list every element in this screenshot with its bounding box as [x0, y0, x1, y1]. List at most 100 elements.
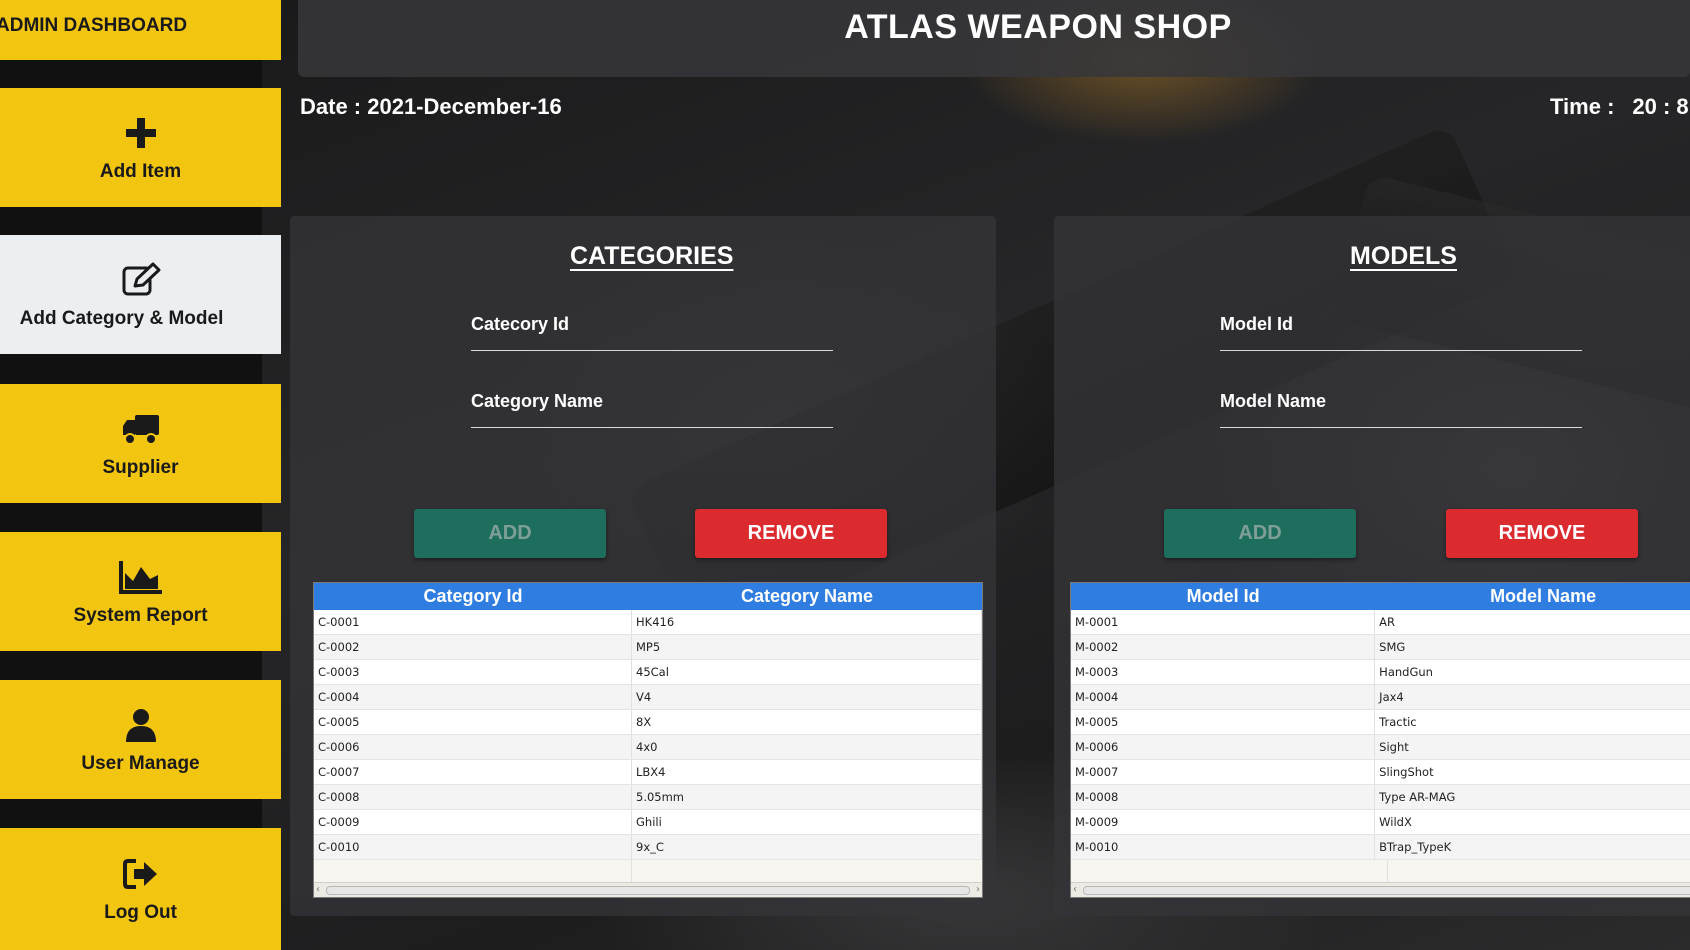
column-header-category-name[interactable]: Category Name: [632, 583, 982, 610]
table-row[interactable]: M-0007 SlingShot: [1071, 760, 1690, 785]
sidebar-item-supplier[interactable]: Supplier: [0, 384, 281, 503]
table-row[interactable]: M-0001 AR: [1071, 610, 1690, 635]
header-bar: ATLAS WEAPON SHOP: [298, 0, 1690, 77]
categories-title: CATEGORIES: [570, 242, 734, 270]
table-row[interactable]: M-0009 WildX: [1071, 810, 1690, 835]
scroll-left-arrow-icon[interactable]: ‹: [1073, 883, 1077, 897]
table-row[interactable]: C-0003 45Cal: [314, 660, 982, 685]
table-row[interactable]: C-0006 4x0: [314, 735, 982, 760]
cell-id: M-0010: [1071, 835, 1376, 859]
sidebar-item-add-category-model[interactable]: Add Category & Model: [0, 235, 281, 354]
table-row[interactable]: M-0006 Sight: [1071, 735, 1690, 760]
model-remove-button[interactable]: REMOVE: [1446, 509, 1638, 558]
cell-id: C-0002: [314, 635, 632, 659]
category-id-input[interactable]: [471, 338, 837, 366]
category-add-button[interactable]: ADD: [414, 509, 606, 558]
cell-name: HK416: [632, 610, 982, 634]
app-title: ATLAS WEAPON SHOP: [844, 8, 1232, 46]
scrollbar-thumb[interactable]: [1083, 886, 1690, 895]
sidebar-item-add-item[interactable]: Add Item: [0, 88, 281, 207]
table-row[interactable]: M-0010 BTrap_TypeK: [1071, 835, 1690, 860]
cell-id: M-0008: [1071, 785, 1376, 809]
category-name-label: Category Name: [471, 391, 604, 411]
horizontal-scrollbar[interactable]: ‹: [1071, 882, 1690, 897]
dashboard-title: ADMIN DASHBOARD: [0, 0, 281, 60]
table-row[interactable]: M-0004 Jax4: [1071, 685, 1690, 710]
scrollbar-thumb[interactable]: [326, 886, 970, 895]
table-row[interactable]: C-0007 LBX4: [314, 760, 982, 785]
scroll-left-arrow-icon[interactable]: ‹: [316, 883, 320, 897]
cell-name: 9x_C: [632, 835, 982, 859]
cell-name: 8X: [632, 710, 982, 734]
scroll-right-arrow-icon[interactable]: ›: [976, 883, 980, 897]
category-remove-button[interactable]: REMOVE: [695, 509, 887, 558]
cell-name: BTrap_TypeK: [1375, 835, 1690, 859]
table-row[interactable]: C-0004 V4: [314, 685, 982, 710]
cell-name: AR: [1375, 610, 1690, 634]
date-label: Date : 2021-December-16: [300, 94, 562, 119]
user-icon: [124, 705, 158, 745]
sidebar-item-label: Log Out: [104, 902, 177, 923]
sidebar-item-system-report[interactable]: System Report: [0, 532, 281, 651]
table-row[interactable]: M-0008 Type AR-MAG: [1071, 785, 1690, 810]
sidebar-item-label: User Manage: [81, 752, 200, 774]
table-row[interactable]: C-0009 Ghili: [314, 810, 982, 835]
column-header-model-id[interactable]: Model Id: [1071, 583, 1375, 610]
model-id-label: Model Id: [1220, 314, 1293, 334]
cell-id: M-0002: [1071, 635, 1376, 659]
cell-name: Ghili: [632, 810, 982, 834]
cell-name: WildX: [1375, 810, 1690, 834]
cell-name: 45Cal: [632, 660, 982, 684]
model-id-underline: [1220, 350, 1582, 351]
truck-icon: [121, 409, 161, 449]
table-row[interactable]: C-0005 8X: [314, 710, 982, 735]
sidebar-item-user-manage[interactable]: User Manage: [0, 680, 281, 799]
cell-id: M-0004: [1071, 685, 1376, 709]
horizontal-scrollbar[interactable]: ‹ ›: [314, 882, 982, 897]
table-row[interactable]: C-0008 5.05mm: [314, 785, 982, 810]
time-value: 20 : 8: [1632, 94, 1689, 119]
category-name-input[interactable]: [471, 414, 837, 442]
sidebar-item-logout[interactable]: Log Out: [0, 828, 281, 950]
cell-name: SMG: [1375, 635, 1690, 659]
cell-id: C-0009: [314, 810, 632, 834]
table-row[interactable]: M-0003 HandGun: [1071, 660, 1690, 685]
time-display: Time : 20 : 8: [1550, 94, 1690, 120]
cell-name: V4: [632, 685, 982, 709]
cell-name: Tractic: [1375, 710, 1690, 734]
table-row[interactable]: M-0002 SMG: [1071, 635, 1690, 660]
cell-id: M-0009: [1071, 810, 1376, 834]
models-table[interactable]: Model Id Model Name M-0001 AR M-0002 SMG M-0…: [1070, 582, 1690, 898]
cell-id: C-0006: [314, 735, 632, 759]
cell-id: M-0006: [1071, 735, 1376, 759]
model-name-input[interactable]: [1220, 414, 1586, 442]
cell-id: M-0003: [1071, 660, 1376, 684]
table-header: Model Id Model Name: [1071, 583, 1690, 610]
cell-name: SlingShot: [1375, 760, 1690, 784]
model-add-button[interactable]: ADD: [1164, 509, 1356, 558]
area-chart-icon: [118, 557, 164, 597]
category-id-label: Catecory Id: [471, 314, 570, 334]
table-header: Category Id Category Name: [314, 583, 982, 610]
category-id-underline: [471, 350, 833, 351]
table-row[interactable]: C-0001 HK416: [314, 610, 982, 635]
sidebar-item-label: Supplier: [102, 456, 179, 478]
column-header-category-id[interactable]: Category Id: [314, 583, 632, 610]
table-row[interactable]: C-0010 9x_C: [314, 835, 982, 860]
model-name-label: Model Name: [1220, 391, 1327, 411]
edit-icon: [121, 260, 161, 300]
cell-id: C-0001: [314, 610, 632, 634]
table-row[interactable]: C-0002 MP5: [314, 635, 982, 660]
models-title: MODELS: [1350, 242, 1457, 270]
cell-name: LBX4: [632, 760, 982, 784]
plus-icon: [124, 113, 158, 153]
sidebar: ADMIN DASHBOARD Add Item Add Category & …: [0, 0, 281, 950]
cell-id: C-0008: [314, 785, 632, 809]
categories-table[interactable]: Category Id Category Name C-0001 HK416 C-0…: [313, 582, 983, 898]
cell-id: C-0005: [314, 710, 632, 734]
model-id-input[interactable]: [1220, 338, 1586, 366]
table-row[interactable]: M-0005 Tractic: [1071, 710, 1690, 735]
cell-name: 4x0: [632, 735, 982, 759]
table-body: C-0001 HK416 C-0002 MP5 C-0003 45Cal C-0004 V4 C…: [314, 610, 982, 895]
column-header-model-name[interactable]: Model Name: [1375, 583, 1690, 610]
